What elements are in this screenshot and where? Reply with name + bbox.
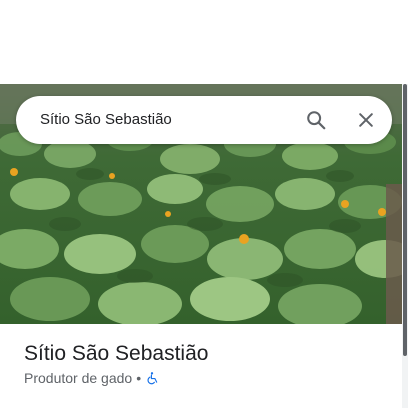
separator-dot: • [136,370,142,386]
wheelchair-icon [145,371,159,385]
place-title: Sítio São Sebastião [24,342,209,365]
search-input[interactable]: Sítio São Sebastião [40,96,172,144]
search-button[interactable] [302,106,330,134]
search-bar[interactable]: Sítio São Sebastião [16,96,392,144]
clear-search-button[interactable] [352,106,380,134]
maps-place-view: Sítio São Sebastião Sítio São Sebastião … [0,0,408,408]
place-subtitle: Produtor de gado • [24,368,159,388]
scrollbar[interactable] [402,84,408,408]
close-icon [359,113,373,127]
place-category[interactable]: Produtor de gado [24,370,132,386]
search-icon [307,111,326,130]
scrollbar-thumb[interactable] [403,84,407,356]
